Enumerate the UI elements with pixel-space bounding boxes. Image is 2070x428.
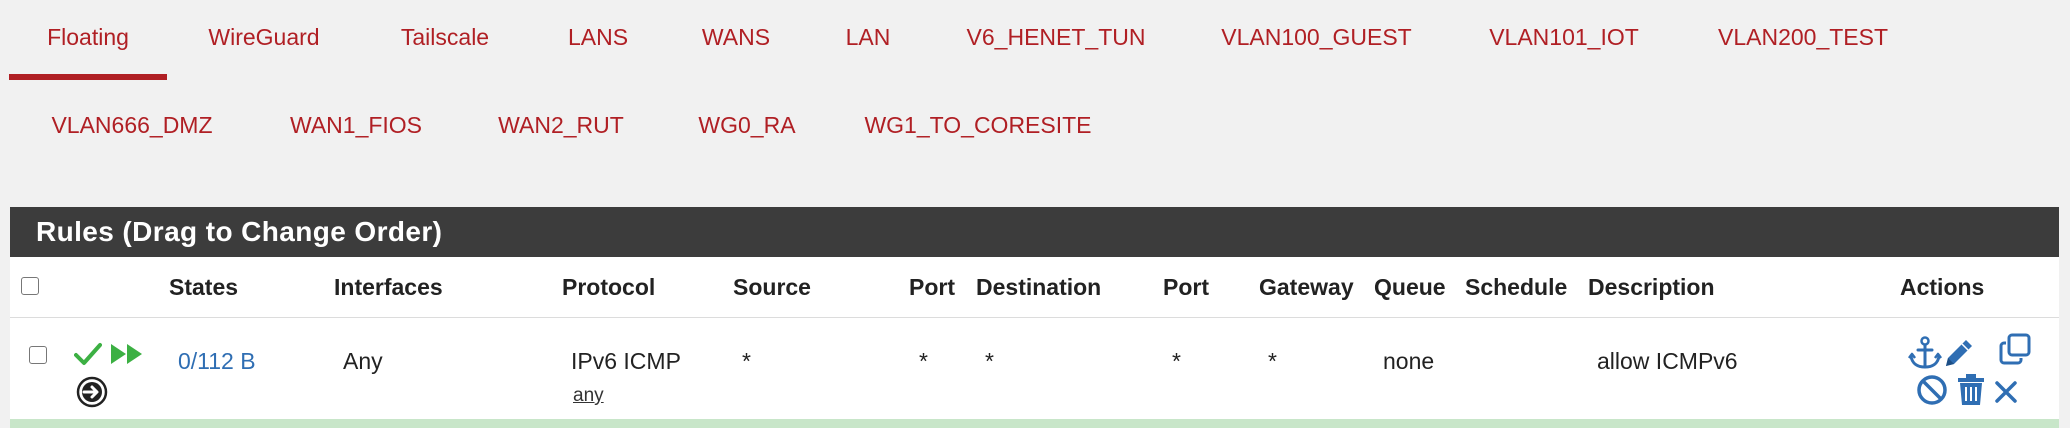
col-states: States — [169, 274, 239, 300]
col-actions: Actions — [1900, 274, 1985, 300]
tab-vlan666-dmz[interactable]: VLAN666_DMZ — [31, 88, 233, 168]
tab-wg0-ra[interactable]: WG0_RA — [689, 88, 805, 168]
tab-wan1-fios[interactable]: WAN1_FIOS — [281, 88, 431, 168]
anchor-icon[interactable] — [1908, 336, 1942, 370]
tab-floating[interactable]: Floating — [9, 0, 167, 80]
tab-wireguard[interactable]: WireGuard — [190, 0, 338, 80]
pencil-icon[interactable] — [1942, 336, 1976, 370]
tab-vlan101-iot[interactable]: VLAN101_IOT — [1474, 0, 1654, 80]
tab-v6-henet-tun[interactable]: V6_HENET_TUN — [953, 0, 1159, 80]
states-link[interactable]: 0/112 B — [178, 348, 256, 375]
table-row[interactable]: 0/112 B Any IPv6 ICMP any * * * * * none… — [10, 318, 2059, 419]
col-source: Source — [733, 274, 811, 300]
row-select-checkbox[interactable] — [29, 346, 47, 364]
tab-vlan200-test[interactable]: VLAN200_TEST — [1702, 0, 1904, 80]
col-destination-port: Port — [1163, 274, 1209, 300]
col-queue: Queue — [1374, 274, 1446, 300]
cell-gateway: * — [1268, 348, 1277, 374]
panel-title: Rules (Drag to Change Order) — [10, 207, 2059, 257]
table-header: States Interfaces Protocol Source Port D… — [10, 257, 2059, 318]
cell-protocol: IPv6 ICMP — [571, 348, 681, 374]
cell-interfaces: Any — [343, 348, 383, 374]
col-interfaces: Interfaces — [334, 274, 443, 300]
interface-tabs: Floating WireGuard Tailscale LANS WANS L… — [0, 0, 2070, 200]
select-all-checkbox[interactable] — [21, 277, 39, 295]
col-gateway: Gateway — [1259, 274, 1354, 300]
col-destination: Destination — [976, 274, 1102, 300]
check-icon — [74, 342, 102, 366]
tab-wg1-to-coresite[interactable]: WG1_TO_CORESITE — [853, 88, 1103, 168]
tab-wans[interactable]: WANS — [690, 0, 782, 80]
disable-icon[interactable] — [1916, 374, 1948, 406]
cell-destination-port: * — [1172, 348, 1181, 374]
fast-forward-icon — [110, 343, 144, 365]
protocol-detail-link[interactable]: any — [573, 385, 604, 407]
cell-description: allow ICMPv6 — [1597, 348, 1738, 374]
col-schedule: Schedule — [1465, 274, 1568, 300]
close-icon[interactable] — [1994, 380, 2018, 404]
col-description: Description — [1588, 274, 1715, 300]
copy-icon[interactable] — [1998, 332, 2032, 366]
col-source-port: Port — [909, 274, 955, 300]
cell-destination: * — [985, 348, 994, 374]
trash-icon[interactable] — [1957, 374, 1985, 406]
tab-lan[interactable]: LAN — [830, 0, 906, 80]
tab-lans[interactable]: LANS — [554, 0, 642, 80]
tab-tailscale[interactable]: Tailscale — [383, 0, 507, 80]
col-protocol: Protocol — [562, 274, 656, 300]
arrow-circle-right-icon[interactable] — [76, 376, 108, 408]
cell-source: * — [742, 348, 751, 374]
rules-panel: Rules (Drag to Change Order) States Inte… — [10, 207, 2059, 428]
cell-queue: none — [1383, 348, 1435, 374]
tab-vlan100-guest[interactable]: VLAN100_GUEST — [1207, 0, 1426, 80]
next-row-highlight — [10, 419, 2059, 428]
cell-source-port: * — [919, 348, 928, 374]
tab-wan2-rut[interactable]: WAN2_RUT — [480, 88, 642, 168]
